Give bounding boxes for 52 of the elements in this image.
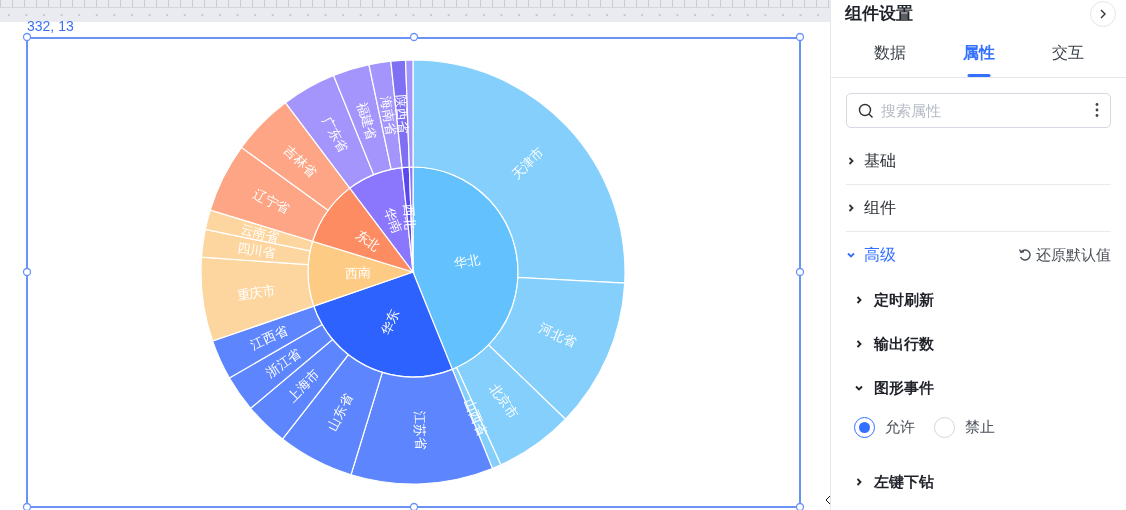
section-header[interactable]: 组件 <box>846 185 1111 231</box>
segment-label: 西南 <box>344 265 372 281</box>
tab[interactable]: 数据 <box>845 28 934 77</box>
segment-label: 山东省 <box>324 391 356 433</box>
segment-label: 东北 <box>353 226 383 255</box>
resize-handle[interactable] <box>409 32 419 42</box>
segment-label: 重庆市 <box>236 282 277 303</box>
resize-handle[interactable] <box>795 502 805 510</box>
segment-label: 华北 <box>452 251 482 272</box>
section-header[interactable]: 高级 还原默认值 <box>846 232 1111 278</box>
resize-handle[interactable] <box>22 32 32 42</box>
segment-label: 北京市 <box>486 380 522 422</box>
chevron-down-icon <box>846 250 856 260</box>
resize-handle[interactable] <box>795 32 805 42</box>
segment-label: 广东省 <box>319 113 352 156</box>
resize-handle[interactable] <box>795 267 805 277</box>
chevron-right-icon <box>854 295 864 305</box>
segment-label: 福建省 <box>353 100 380 142</box>
chevron-down-icon <box>854 383 864 393</box>
radio-label: 允许 <box>885 416 915 437</box>
resize-handle[interactable] <box>22 267 32 277</box>
segment-label: 河北省 <box>537 320 579 350</box>
reset-link[interactable]: 还原默认值 <box>1018 243 1111 267</box>
selection-frame[interactable] <box>26 37 801 508</box>
chevron-right-icon <box>846 156 856 166</box>
chevron-right-icon <box>846 203 856 213</box>
segment-label: 江西省 <box>248 322 291 353</box>
subsection-header[interactable]: 输出行数 <box>854 322 1111 366</box>
chevron-right-icon <box>854 339 864 349</box>
more-icon[interactable] <box>1095 102 1099 118</box>
resize-handle[interactable] <box>409 502 419 510</box>
resize-handle[interactable] <box>22 502 32 510</box>
subsection-header[interactable]: 左键下钻 <box>854 460 1111 504</box>
segment-label: 江苏省 <box>411 410 429 450</box>
subsection-header[interactable]: 图形事件 <box>854 366 1111 410</box>
undo-icon <box>1018 248 1032 262</box>
chevron-right-icon <box>1099 9 1107 19</box>
tab[interactable]: 交互 <box>1023 28 1112 77</box>
segment-label: 天津市 <box>508 144 547 183</box>
segment-label: 吉林省 <box>281 142 320 181</box>
search-field[interactable]: 搜索属性 <box>846 93 1111 128</box>
search-icon <box>858 103 874 119</box>
outer-ring-segment[interactable] <box>209 146 329 242</box>
segment-label: 华东 <box>378 307 403 337</box>
segment-label: 辽宁省 <box>250 186 293 217</box>
radio-label: 禁止 <box>965 416 995 437</box>
subsection-header[interactable]: 定时刷新 <box>854 278 1111 322</box>
panel-title: 组件设置 <box>845 3 913 26</box>
position-label: 332, 13 <box>27 17 74 35</box>
section-header[interactable]: 基础 <box>846 138 1111 184</box>
tab[interactable]: 属性 <box>934 28 1023 77</box>
chevron-right-icon <box>854 477 864 487</box>
